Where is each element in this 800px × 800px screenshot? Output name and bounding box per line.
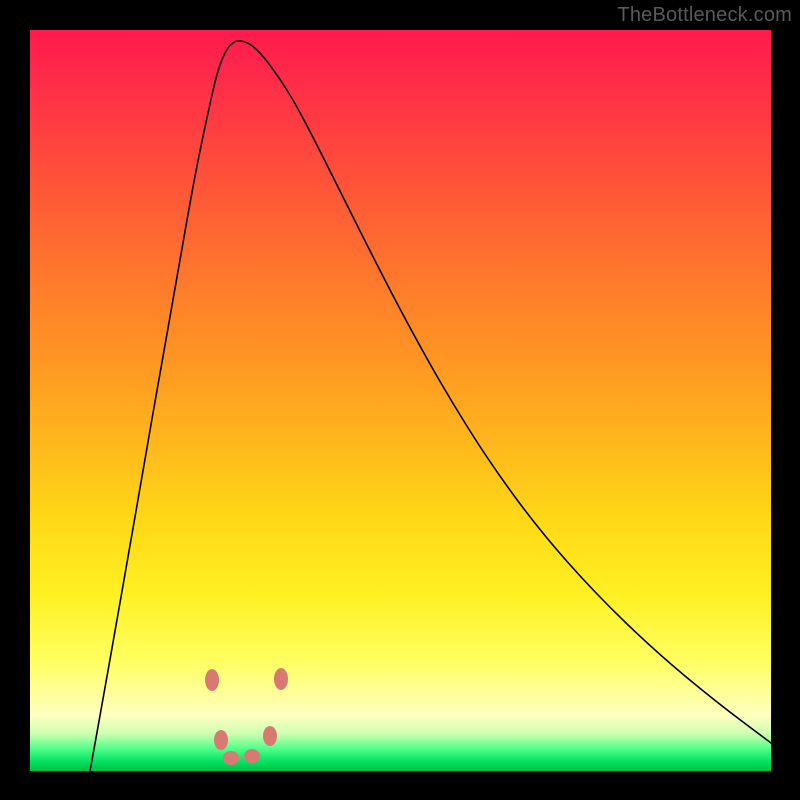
bottleneck-curve [90, 41, 771, 771]
curve-marker [205, 669, 219, 691]
watermark-text: TheBottleneck.com [617, 4, 792, 27]
bottleneck-curve-svg [30, 30, 771, 771]
curve-marker [263, 726, 277, 746]
curve-marker [274, 668, 288, 690]
curve-marker [214, 730, 228, 750]
curve-marker [244, 749, 260, 763]
chart-plot-area [30, 30, 771, 771]
curve-marker [223, 751, 239, 765]
curve-markers [205, 668, 288, 765]
